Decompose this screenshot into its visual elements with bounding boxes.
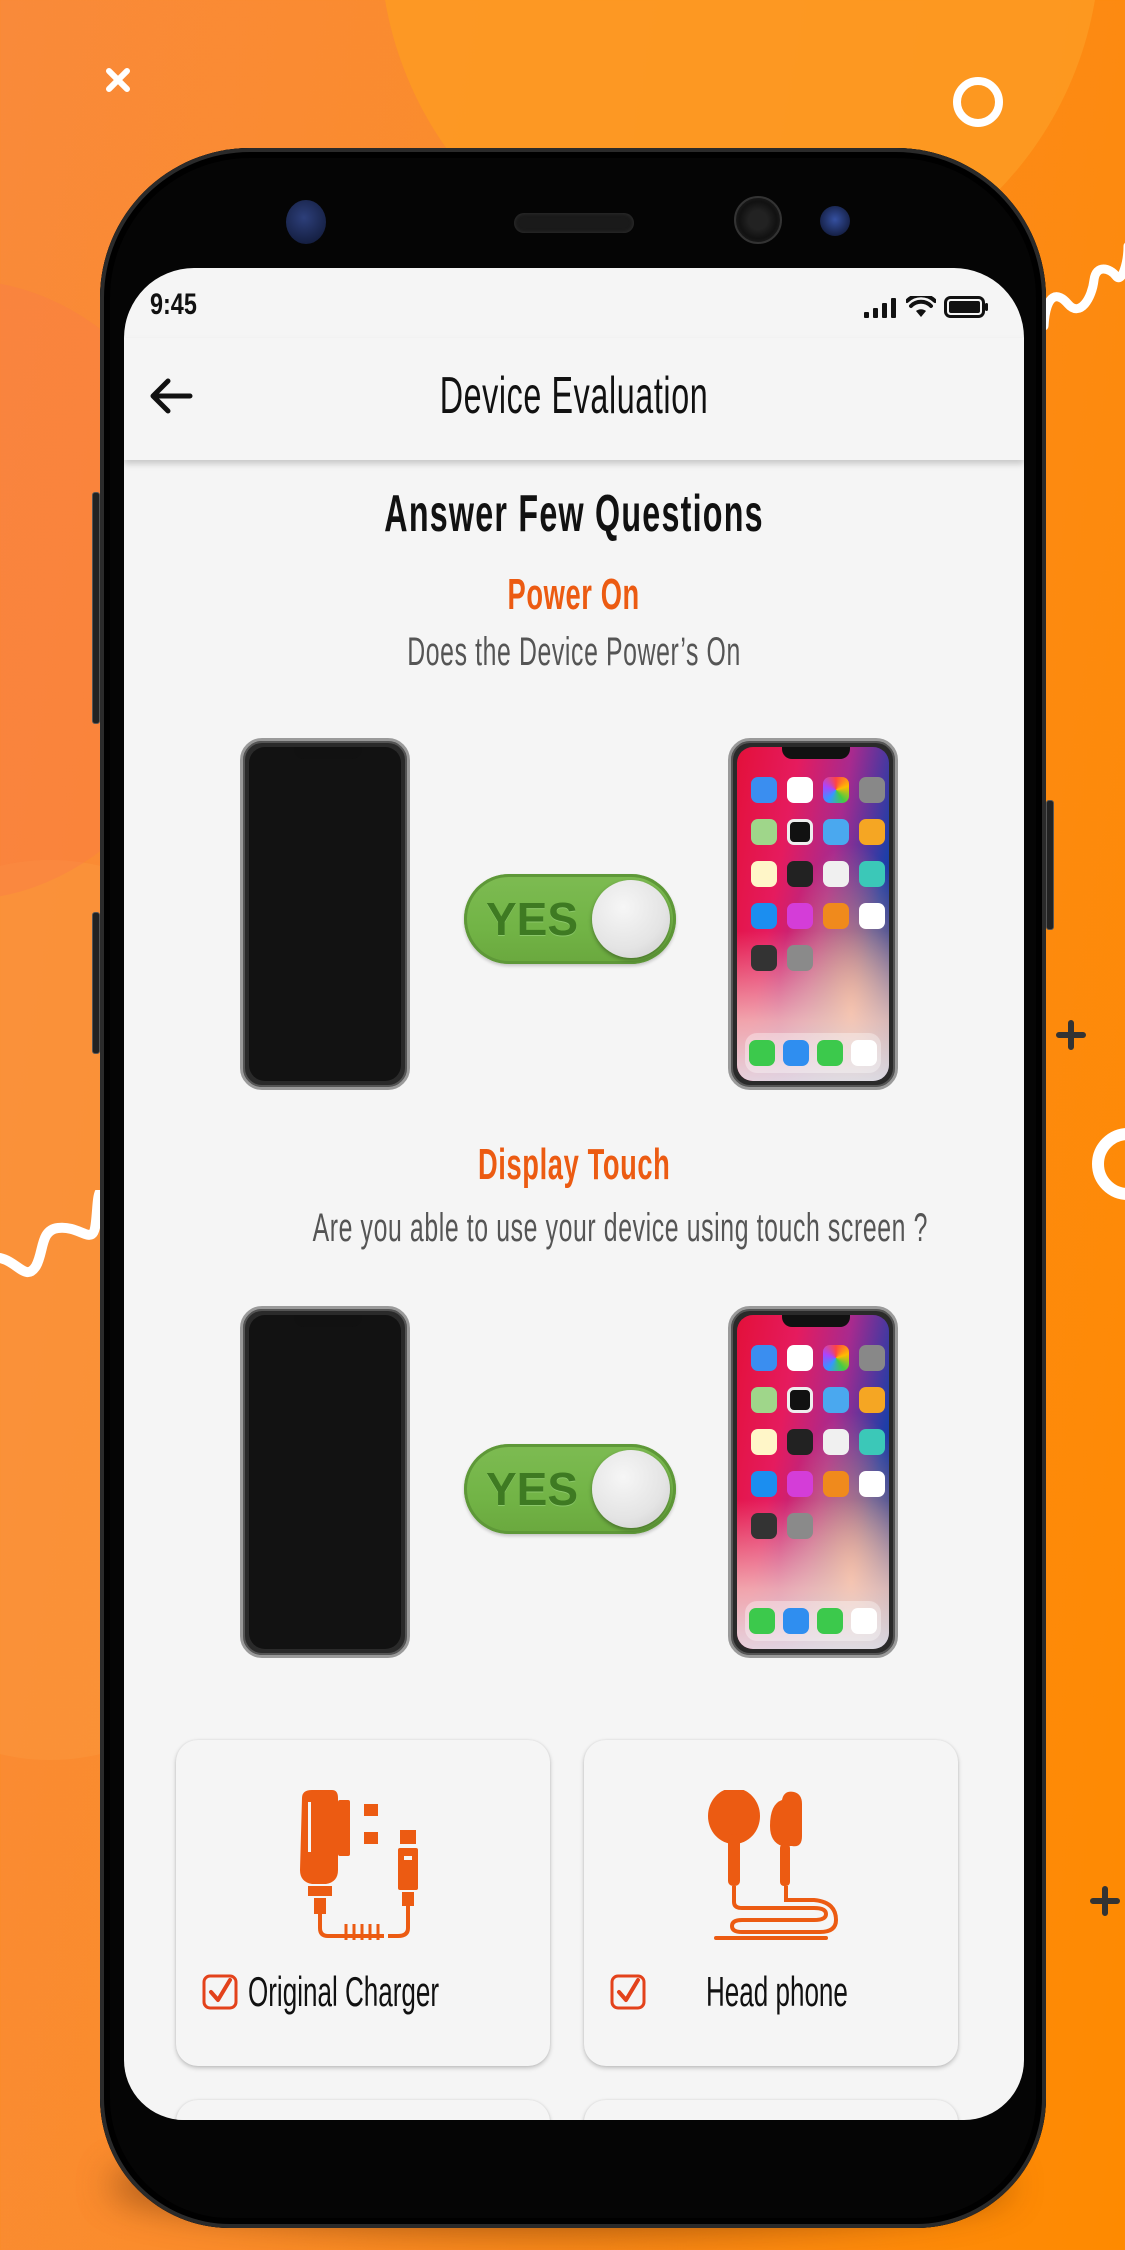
power-on-toggle[interactable]: YES	[464, 874, 676, 964]
phone-screen-on-image	[728, 738, 898, 1090]
app-bar: Device Evaluation	[124, 338, 1024, 460]
accessory-card-original-charger[interactable]: Original Charger	[176, 1740, 550, 2066]
proximity-sensor-icon	[286, 200, 326, 244]
status-bar: 9:45	[124, 268, 1024, 338]
squiggle-decoration-icon	[0, 1190, 100, 1278]
phone-screen-off-image	[240, 1306, 410, 1658]
question-description-text: Are you able to use your device using to…	[312, 1206, 928, 1250]
question-title: Power On	[124, 570, 1024, 620]
earpiece-speaker	[514, 213, 634, 233]
front-camera-icon	[734, 196, 782, 244]
headphone-icon	[708, 1790, 839, 1940]
question-description: Are you able to use your device using to…	[124, 1206, 1024, 1251]
power-side-button	[1046, 800, 1054, 930]
page-title: Device Evaluation	[439, 367, 709, 425]
signal-icon	[864, 298, 896, 318]
checkbox-checked-icon[interactable]	[202, 1974, 238, 2010]
status-time: 9:45	[150, 288, 197, 321]
toggle-knob	[592, 1450, 670, 1528]
wifi-icon	[906, 296, 936, 317]
app-dock	[745, 1601, 881, 1641]
checkbox-checked-icon[interactable]	[610, 1974, 646, 2010]
charger-icon	[300, 1790, 418, 1940]
plus-decoration-icon	[1056, 1020, 1086, 1050]
section-heading: Answer Few Questions	[124, 484, 1024, 544]
ring-decoration-icon	[953, 77, 1003, 127]
phone-screen-on-image	[728, 1306, 898, 1658]
phone-screen-off-image	[240, 738, 410, 1090]
toggle-label: YES	[486, 1463, 579, 1515]
squiggle-decoration-icon	[1040, 242, 1125, 331]
accessory-card-partial[interactable]	[584, 2100, 958, 2120]
app-icon-grid	[751, 777, 885, 971]
question-description-text: Does the Device Power’s On	[407, 630, 741, 674]
ring-decoration-icon	[1092, 1128, 1125, 1200]
toggle-label: YES	[486, 893, 579, 945]
app-dock	[745, 1033, 881, 1073]
accessory-label: Original Charger	[248, 1968, 440, 2015]
plus-decoration-icon	[1090, 1886, 1120, 1916]
accessory-card-head-phone[interactable]: Head phone	[584, 1740, 958, 2066]
iris-sensor-icon	[820, 206, 850, 236]
toggle-knob	[592, 880, 670, 958]
section-heading-text: Answer Few Questions	[384, 485, 764, 543]
arrow-left-icon[interactable]	[148, 376, 194, 416]
battery-icon	[944, 296, 988, 318]
accessory-label: Head phone	[706, 1968, 848, 2015]
question-title: Display Touch	[124, 1140, 1024, 1190]
app-icon-grid	[751, 1345, 885, 1539]
cross-decoration-icon	[106, 68, 130, 92]
status-icons	[864, 296, 990, 318]
accessory-card-partial[interactable]	[176, 2100, 550, 2120]
volume-down-button	[92, 912, 100, 1054]
question-title-text: Display Touch	[477, 1140, 671, 1189]
volume-up-button	[92, 492, 100, 724]
display-touch-toggle[interactable]: YES	[464, 1444, 676, 1534]
question-description: Does the Device Power’s On	[124, 630, 1024, 675]
phone-screen: 9:45 Device Evaluation Answer Few Questi…	[124, 268, 1024, 2120]
question-title-text: Power On	[507, 570, 641, 619]
